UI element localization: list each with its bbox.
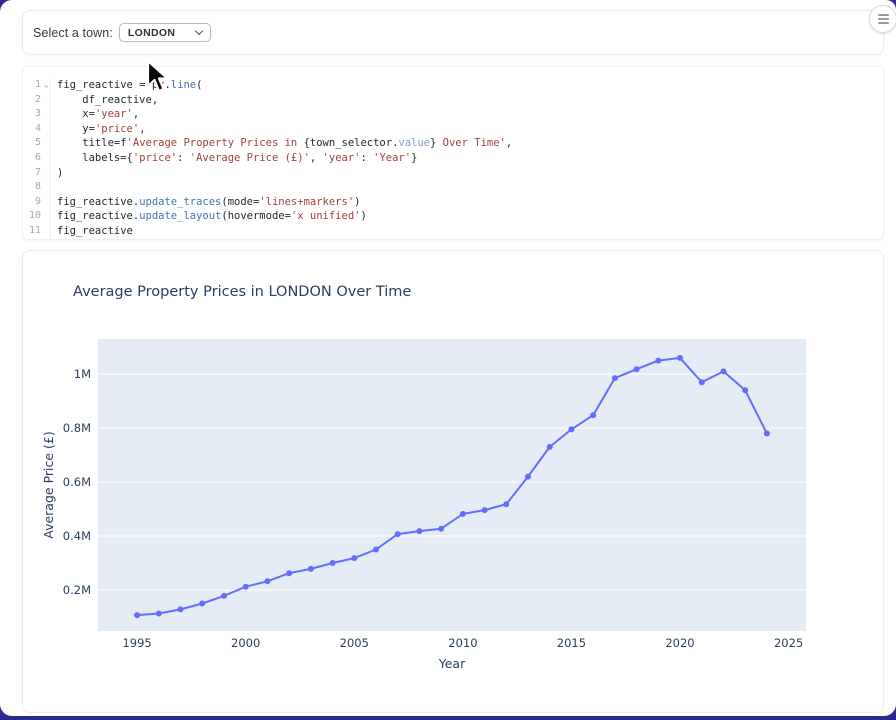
data-point bbox=[677, 355, 683, 361]
data-point bbox=[547, 444, 553, 450]
data-point bbox=[525, 474, 531, 480]
data-point bbox=[373, 547, 379, 553]
data-point bbox=[590, 412, 596, 418]
data-point bbox=[351, 555, 357, 561]
code-text: fig_reactive = px.line( bbox=[50, 78, 202, 93]
town-selector[interactable]: LONDON bbox=[119, 23, 211, 42]
y-tick-label: 0.6M bbox=[63, 475, 91, 489]
line-number: 1 bbox=[23, 78, 41, 93]
data-point bbox=[156, 611, 162, 617]
code-line: 10 fig_reactive.update_layout(hovermode='… bbox=[23, 209, 883, 224]
code-line: 6 labels={'price': 'Average Price (£)', … bbox=[23, 151, 883, 166]
x-axis-title: Year bbox=[438, 656, 466, 671]
code-text: fig_reactive bbox=[50, 224, 133, 239]
line-number: 5 bbox=[23, 136, 41, 151]
line-number: 11 bbox=[23, 224, 41, 239]
code-line: 4 y='price', bbox=[23, 122, 883, 137]
code-text: df_reactive, bbox=[50, 93, 158, 108]
data-point bbox=[699, 379, 705, 385]
line-number: 9 bbox=[23, 195, 41, 210]
line-number: 6 bbox=[23, 151, 41, 166]
line-number: 2 bbox=[23, 93, 41, 108]
notebook-page: Select a town: LONDON 1⌄fig_reactive = p… bbox=[0, 0, 896, 716]
property-price-chart[interactable]: 1995 2000 2005 2010 2015 2020 2025 0.2M 0.4M 0.6M… bbox=[23, 251, 883, 712]
code-line: 3 x='year', bbox=[23, 107, 883, 122]
code-text: y='price', bbox=[50, 122, 146, 137]
code-line: 8 bbox=[23, 180, 883, 195]
code-line: 9 fig_reactive.update_traces(mode='lines+… bbox=[23, 195, 883, 210]
line-number: 4 bbox=[23, 122, 41, 137]
hamburger-icon bbox=[878, 14, 889, 24]
data-point bbox=[330, 560, 336, 566]
data-point bbox=[416, 528, 422, 534]
data-point bbox=[482, 507, 488, 513]
code-text: fig_reactive.update_traces(mode='lines+m… bbox=[50, 195, 360, 210]
line-number: 8 bbox=[23, 180, 41, 195]
data-point bbox=[742, 387, 748, 393]
y-tick-label: 0.4M bbox=[63, 529, 91, 543]
data-point bbox=[264, 578, 270, 584]
town-widget-card: Select a town: LONDON bbox=[22, 10, 884, 55]
code-text: fig_reactive.update_layout(hovermode='x … bbox=[50, 209, 367, 224]
data-point bbox=[612, 375, 618, 381]
x-tick-label: 2015 bbox=[557, 636, 586, 650]
chart-output-card: Average Property Prices in LONDON Over T… bbox=[22, 250, 884, 713]
x-tick-label: 2020 bbox=[665, 636, 694, 650]
code-text: title=f'Average Property Prices in {town… bbox=[50, 136, 512, 151]
code-text bbox=[50, 180, 57, 195]
chevron-down-icon bbox=[195, 27, 203, 35]
data-point bbox=[134, 612, 140, 618]
fold-arrow-icon[interactable]: ⌄ bbox=[44, 78, 49, 93]
code-line: 7) bbox=[23, 166, 883, 181]
x-tick-label: 2025 bbox=[774, 636, 803, 650]
data-point bbox=[243, 584, 249, 590]
data-point bbox=[308, 566, 314, 572]
x-tick-label: 2000 bbox=[231, 636, 260, 650]
line-number: 3 bbox=[23, 107, 41, 122]
data-point bbox=[178, 606, 184, 612]
data-point bbox=[503, 501, 509, 507]
data-point bbox=[438, 526, 444, 532]
y-tick-label: 1M bbox=[74, 367, 91, 381]
data-point bbox=[634, 366, 640, 372]
y-axis-title: Average Price (£) bbox=[41, 431, 56, 538]
data-point bbox=[395, 531, 401, 537]
code-line: 5 title=f'Average Property Prices in {to… bbox=[23, 136, 883, 151]
code-line: 2 df_reactive, bbox=[23, 93, 883, 108]
mouse-cursor-icon bbox=[146, 60, 172, 94]
y-tick-label: 0.2M bbox=[63, 583, 91, 597]
data-point bbox=[460, 511, 466, 517]
code-line: 11 fig_reactive bbox=[23, 224, 883, 239]
x-tick-label: 2005 bbox=[340, 636, 369, 650]
x-tick-label: 2010 bbox=[448, 636, 477, 650]
line-number: 7 bbox=[23, 166, 41, 181]
code-text: x='year', bbox=[50, 107, 139, 122]
y-tick-label: 0.8M bbox=[63, 421, 91, 435]
code-text: labels={'price': 'Average Price (£)', 'y… bbox=[50, 151, 417, 166]
data-point bbox=[286, 570, 292, 576]
data-point bbox=[199, 601, 205, 607]
data-point bbox=[655, 358, 661, 364]
data-point bbox=[721, 368, 727, 374]
data-point bbox=[568, 426, 574, 432]
data-point bbox=[221, 593, 227, 599]
x-tick-label: 1995 bbox=[122, 636, 151, 650]
data-point bbox=[764, 431, 770, 437]
line-number: 10 bbox=[23, 209, 41, 224]
town-selector-label: Select a town: bbox=[33, 26, 113, 40]
town-selector-value: LONDON bbox=[128, 27, 175, 39]
code-text: ) bbox=[50, 166, 63, 181]
menu-button[interactable] bbox=[869, 5, 896, 33]
